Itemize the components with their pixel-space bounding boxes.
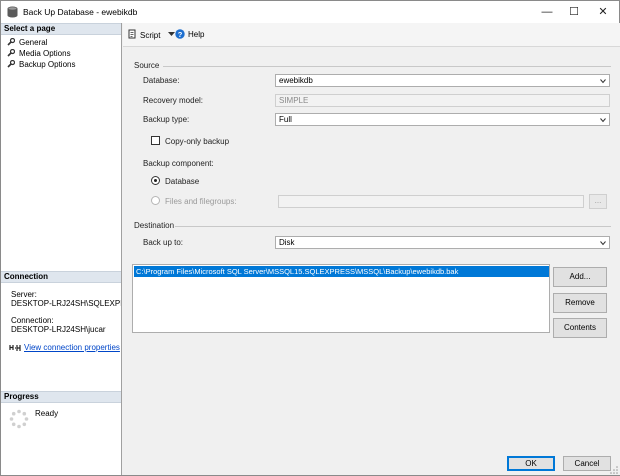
general-page: Script ? Help Source Database: ewebikdb … <box>123 23 620 453</box>
window-title: Back Up Database - ewebikdb <box>23 7 138 17</box>
database-value: ewebikdb <box>279 76 313 85</box>
recovery-model-label: Recovery model: <box>143 96 204 105</box>
backup-destination-list[interactable]: C:\Program Files\Microsoft SQL Server\MS… <box>132 264 550 333</box>
page-item-media-options[interactable]: Media Options <box>7 48 71 59</box>
backup-type-combo[interactable]: Full <box>275 113 610 126</box>
server-value: DESKTOP-LRJ24SH\SQLEXPRESS <box>11 299 121 308</box>
help-icon: ? <box>175 29 185 39</box>
source-divider <box>163 66 611 67</box>
resize-grip-icon[interactable] <box>609 465 619 475</box>
script-label: Script <box>140 31 161 40</box>
dialog-footer: OK Cancel <box>123 453 620 475</box>
minimize-button[interactable]: — <box>533 1 561 23</box>
copy-only-checkbox[interactable] <box>151 136 160 145</box>
page-item-label: Backup Options <box>19 60 76 69</box>
wrench-icon <box>7 49 15 57</box>
ok-button[interactable]: OK <box>507 456 555 471</box>
help-label: Help <box>188 30 205 39</box>
files-browse-button[interactable]: ... <box>589 194 607 209</box>
chevron-down-icon <box>167 32 175 36</box>
back-up-to-value: Disk <box>279 238 295 247</box>
back-up-to-combo[interactable]: Disk <box>275 236 610 249</box>
connection-value: DESKTOP-LRJ24SH\jucar <box>11 325 106 334</box>
page-item-backup-options[interactable]: Backup Options <box>7 59 75 70</box>
list-item[interactable]: C:\Program Files\Microsoft SQL Server\MS… <box>134 266 549 277</box>
component-files-radio[interactable] <box>151 196 160 205</box>
database-icon <box>7 6 18 18</box>
page-item-label: General <box>19 38 48 47</box>
svg-text:?: ? <box>178 30 183 39</box>
backup-type-value: Full <box>279 115 292 124</box>
database-combo[interactable]: ewebikdb <box>275 74 610 87</box>
toolbar: Script ? Help <box>123 23 620 47</box>
component-database-radio[interactable] <box>151 176 160 185</box>
progress-header: Progress <box>1 391 121 403</box>
page-item-label: Media Options <box>19 49 71 58</box>
select-page-header: Select a page <box>1 23 121 35</box>
backup-type-label: Backup type: <box>143 115 190 124</box>
left-pane: Select a page General Media Options Back… <box>1 23 122 475</box>
component-database-label: Database <box>165 177 200 186</box>
add-button[interactable]: Add... <box>553 267 607 287</box>
connection-plug-icon <box>9 345 21 351</box>
back-up-to-label: Back up to: <box>143 238 184 247</box>
help-button[interactable]: ? Help <box>175 29 204 41</box>
spinner-icon <box>9 409 29 429</box>
component-files-label: Files and filegroups: <box>165 197 237 206</box>
title-bar[interactable]: Back Up Database - ewebikdb — ☐ ✕ <box>1 1 619 23</box>
chevron-down-icon <box>600 118 606 123</box>
files-filegroups-field <box>278 195 584 208</box>
destination-divider <box>175 226 611 227</box>
chevron-down-icon <box>600 79 606 84</box>
backup-database-window: Back Up Database - ewebikdb — ☐ ✕ Select… <box>0 0 620 476</box>
wrench-icon <box>7 38 15 46</box>
chevron-down-icon <box>600 241 606 246</box>
maximize-button[interactable]: ☐ <box>560 1 588 23</box>
script-icon <box>128 29 136 39</box>
recovery-model-field: SIMPLE <box>275 94 610 107</box>
close-button[interactable]: ✕ <box>589 1 617 23</box>
copy-only-label: Copy-only backup <box>165 137 230 146</box>
view-connection-properties-link[interactable]: View connection properties <box>24 343 120 353</box>
database-label: Database: <box>143 76 180 85</box>
wrench-icon <box>7 60 15 68</box>
contents-button[interactable]: Contents <box>553 318 607 338</box>
script-button[interactable]: Script <box>127 29 175 41</box>
cancel-button[interactable]: Cancel <box>563 456 611 471</box>
source-group-label: Source <box>134 61 160 70</box>
backup-component-label: Backup component: <box>143 159 214 168</box>
connection-header: Connection <box>1 271 121 283</box>
page-item-general[interactable]: General <box>7 37 47 48</box>
remove-button[interactable]: Remove <box>553 293 607 313</box>
destination-group-label: Destination <box>134 221 175 230</box>
